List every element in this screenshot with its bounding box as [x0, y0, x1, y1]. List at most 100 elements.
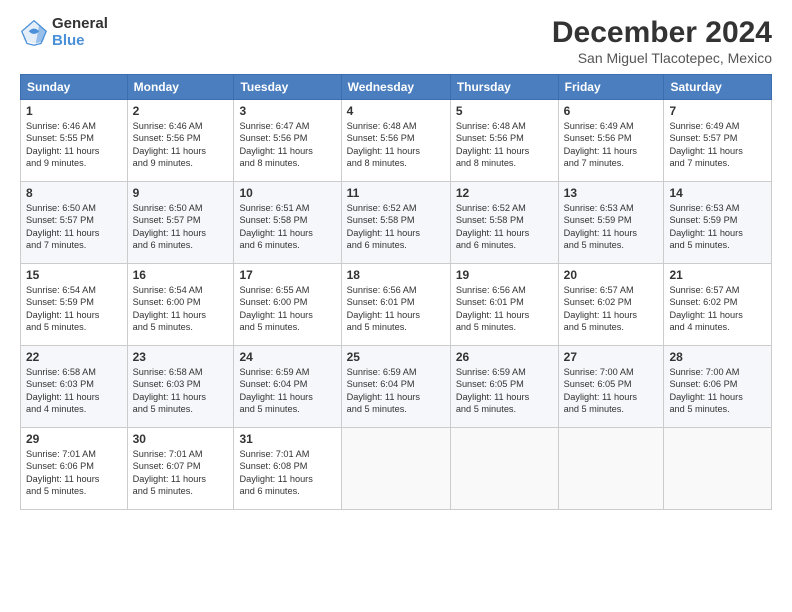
- day-number: 5: [456, 104, 553, 118]
- day-info: Sunrise: 6:54 AM Sunset: 5:59 PM Dayligh…: [26, 284, 122, 334]
- header-monday: Monday: [127, 75, 234, 100]
- day-info: Sunrise: 6:56 AM Sunset: 6:01 PM Dayligh…: [456, 284, 553, 334]
- day-number: 2: [133, 104, 229, 118]
- day-number: 22: [26, 350, 122, 364]
- day-info: Sunrise: 6:58 AM Sunset: 6:03 PM Dayligh…: [133, 366, 229, 416]
- day-number: 7: [669, 104, 766, 118]
- day-number: 10: [239, 186, 335, 200]
- table-row: 14 Sunrise: 6:53 AM Sunset: 5:59 PM Dayli…: [664, 182, 772, 264]
- table-row: 19 Sunrise: 6:56 AM Sunset: 6:01 PM Dayli…: [450, 264, 558, 346]
- day-info: Sunrise: 6:48 AM Sunset: 5:56 PM Dayligh…: [456, 120, 553, 170]
- calendar-week-row: 15 Sunrise: 6:54 AM Sunset: 5:59 PM Dayli…: [21, 264, 772, 346]
- table-row: 11Sunrise: 6:52 AM Sunset: 5:58 PM Dayli…: [341, 182, 450, 264]
- day-number: 15: [26, 268, 122, 282]
- location-subtitle: San Miguel Tlacotepec, Mexico: [552, 50, 772, 66]
- day-number: 1: [26, 104, 122, 118]
- calendar-table: Sunday Monday Tuesday Wednesday Thursday…: [20, 74, 772, 510]
- table-row: [341, 428, 450, 510]
- day-info: Sunrise: 6:59 AM Sunset: 6:05 PM Dayligh…: [456, 366, 553, 416]
- table-row: 12Sunrise: 6:52 AM Sunset: 5:58 PM Dayli…: [450, 182, 558, 264]
- header-friday: Friday: [558, 75, 664, 100]
- day-number: 12: [456, 186, 553, 200]
- calendar-week-row: 29Sunrise: 7:01 AM Sunset: 6:06 PM Dayli…: [21, 428, 772, 510]
- day-info: Sunrise: 6:57 AM Sunset: 6:02 PM Dayligh…: [564, 284, 659, 334]
- header-thursday: Thursday: [450, 75, 558, 100]
- day-number: 14: [669, 186, 766, 200]
- day-info: Sunrise: 6:52 AM Sunset: 5:58 PM Dayligh…: [347, 202, 445, 252]
- table-row: 15 Sunrise: 6:54 AM Sunset: 5:59 PM Dayli…: [21, 264, 128, 346]
- day-info: Sunrise: 7:01 AM Sunset: 6:08 PM Dayligh…: [239, 448, 335, 498]
- calendar-week-row: 22 Sunrise: 6:58 AM Sunset: 6:03 PM Dayli…: [21, 346, 772, 428]
- day-number: 8: [26, 186, 122, 200]
- table-row: 1 Sunrise: 6:46 AM Sunset: 5:55 PM Daylig…: [21, 100, 128, 182]
- table-row: 8 Sunrise: 6:50 AM Sunset: 5:57 PM Daylig…: [21, 182, 128, 264]
- table-row: 5 Sunrise: 6:48 AM Sunset: 5:56 PM Daylig…: [450, 100, 558, 182]
- day-number: 18: [347, 268, 445, 282]
- day-info: Sunrise: 6:48 AM Sunset: 5:56 PM Dayligh…: [347, 120, 445, 170]
- table-row: 23 Sunrise: 6:58 AM Sunset: 6:03 PM Dayli…: [127, 346, 234, 428]
- day-info: Sunrise: 6:55 AM Sunset: 6:00 PM Dayligh…: [239, 284, 335, 334]
- day-info: Sunrise: 6:49 AM Sunset: 5:57 PM Dayligh…: [669, 120, 766, 170]
- day-info: Sunrise: 6:50 AM Sunset: 5:57 PM Dayligh…: [133, 202, 229, 252]
- day-info: Sunrise: 7:01 AM Sunset: 6:07 PM Dayligh…: [133, 448, 229, 498]
- day-info: Sunrise: 7:00 AM Sunset: 6:05 PM Dayligh…: [564, 366, 659, 416]
- table-row: 22Sunrise: 6:58 AM Sunset: 6:03 PM Dayli…: [21, 346, 128, 428]
- table-row: 9 Sunrise: 6:50 AM Sunset: 5:57 PM Daylig…: [127, 182, 234, 264]
- day-number: 9: [133, 186, 229, 200]
- day-number: 19: [456, 268, 553, 282]
- header-sunday: Sunday: [21, 75, 128, 100]
- day-info: Sunrise: 6:53 AM Sunset: 5:59 PM Dayligh…: [669, 202, 766, 252]
- table-row: 13Sunrise: 6:53 AM Sunset: 5:59 PM Dayli…: [558, 182, 664, 264]
- table-row: 27 Sunrise: 7:00 AM Sunset: 6:05 PM Dayli…: [558, 346, 664, 428]
- logo-text: General Blue: [52, 16, 108, 49]
- table-row: 7 Sunrise: 6:49 AM Sunset: 5:57 PM Daylig…: [664, 100, 772, 182]
- page: General Blue December 2024 San Miguel Tl…: [0, 0, 792, 612]
- day-number: 21: [669, 268, 766, 282]
- table-row: 30 Sunrise: 7:01 AM Sunset: 6:07 PM Dayli…: [127, 428, 234, 510]
- month-title: December 2024: [552, 16, 772, 50]
- table-row: 24 Sunrise: 6:59 AM Sunset: 6:04 PM Dayli…: [234, 346, 341, 428]
- day-info: Sunrise: 6:59 AM Sunset: 6:04 PM Dayligh…: [239, 366, 335, 416]
- day-number: 31: [239, 432, 335, 446]
- day-number: 29: [26, 432, 122, 446]
- day-number: 17: [239, 268, 335, 282]
- day-info: Sunrise: 6:57 AM Sunset: 6:02 PM Dayligh…: [669, 284, 766, 334]
- day-info: Sunrise: 6:46 AM Sunset: 5:55 PM Dayligh…: [26, 120, 122, 170]
- logo: General Blue: [20, 16, 108, 49]
- day-number: 24: [239, 350, 335, 364]
- table-row: 29Sunrise: 7:01 AM Sunset: 6:06 PM Dayli…: [21, 428, 128, 510]
- table-row: 16Sunrise: 6:54 AM Sunset: 6:00 PM Dayli…: [127, 264, 234, 346]
- header-saturday: Saturday: [664, 75, 772, 100]
- table-row: 4Sunrise: 6:48 AM Sunset: 5:56 PM Daylig…: [341, 100, 450, 182]
- day-number: 23: [133, 350, 229, 364]
- day-info: Sunrise: 6:54 AM Sunset: 6:00 PM Dayligh…: [133, 284, 229, 334]
- calendar-week-row: 8 Sunrise: 6:50 AM Sunset: 5:57 PM Daylig…: [21, 182, 772, 264]
- table-row: 6Sunrise: 6:49 AM Sunset: 5:56 PM Daylig…: [558, 100, 664, 182]
- day-number: 20: [564, 268, 659, 282]
- day-info: Sunrise: 6:59 AM Sunset: 6:04 PM Dayligh…: [347, 366, 445, 416]
- table-row: 17 Sunrise: 6:55 AM Sunset: 6:00 PM Dayli…: [234, 264, 341, 346]
- table-row: 26 Sunrise: 6:59 AM Sunset: 6:05 PM Dayli…: [450, 346, 558, 428]
- table-row: 2 Sunrise: 6:46 AM Sunset: 5:56 PM Daylig…: [127, 100, 234, 182]
- calendar-header-row: Sunday Monday Tuesday Wednesday Thursday…: [21, 75, 772, 100]
- day-number: 26: [456, 350, 553, 364]
- header: General Blue December 2024 San Miguel Tl…: [20, 16, 772, 66]
- title-block: December 2024 San Miguel Tlacotepec, Mex…: [552, 16, 772, 66]
- table-row: 31 Sunrise: 7:01 AM Sunset: 6:08 PM Dayli…: [234, 428, 341, 510]
- day-number: 6: [564, 104, 659, 118]
- day-info: Sunrise: 6:46 AM Sunset: 5:56 PM Dayligh…: [133, 120, 229, 170]
- header-wednesday: Wednesday: [341, 75, 450, 100]
- logo-blue-text: Blue: [52, 33, 108, 50]
- day-number: 25: [347, 350, 445, 364]
- day-info: Sunrise: 6:56 AM Sunset: 6:01 PM Dayligh…: [347, 284, 445, 334]
- table-row: 10Sunrise: 6:51 AM Sunset: 5:58 PM Dayli…: [234, 182, 341, 264]
- table-row: [558, 428, 664, 510]
- day-info: Sunrise: 6:50 AM Sunset: 5:57 PM Dayligh…: [26, 202, 122, 252]
- day-number: 27: [564, 350, 659, 364]
- day-number: 3: [239, 104, 335, 118]
- table-row: [450, 428, 558, 510]
- day-number: 30: [133, 432, 229, 446]
- table-row: 21 Sunrise: 6:57 AM Sunset: 6:02 PM Dayli…: [664, 264, 772, 346]
- calendar-week-row: 1 Sunrise: 6:46 AM Sunset: 5:55 PM Daylig…: [21, 100, 772, 182]
- table-row: [664, 428, 772, 510]
